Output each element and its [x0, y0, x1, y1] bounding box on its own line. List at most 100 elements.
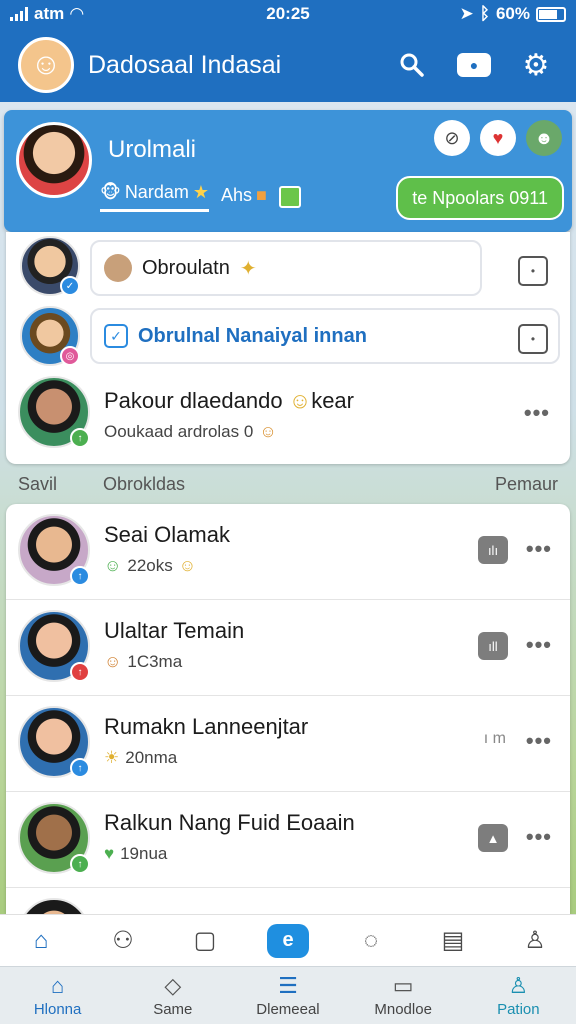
tab-nardam[interactable]: 🐵 Nardam ★	[100, 182, 209, 212]
star-icon: ★	[192, 182, 209, 202]
stack-icon: ☰	[278, 973, 298, 998]
battery-label: 60%	[495, 4, 530, 23]
list-item[interactable]: ↑ Seai Olamak ☺ 22oks ☺ ılı •••	[6, 504, 570, 600]
bottom-nav: ⌂ Hlonna ◇ Same ☰ Dlemeeal ▭ Mnodloe ♙ P…	[0, 966, 576, 1024]
avatar: ↑	[18, 706, 90, 778]
box-icon: ■	[256, 184, 267, 205]
list-item-subtitle: 22oks	[127, 556, 173, 575]
status-time: 20:25	[266, 4, 310, 23]
more-options-button[interactable]: •••	[526, 728, 552, 754]
more-options-button[interactable]: •••	[526, 632, 552, 658]
home-icon[interactable]: ⌂	[21, 921, 61, 961]
icon-toolbar: ⌂ ⚇ ▢ e ◌ ▤ ♙	[0, 914, 576, 966]
face-icon: ☺	[259, 422, 277, 441]
badge-icon: ↑	[70, 662, 90, 682]
more-options-button[interactable]: •••	[526, 536, 552, 562]
heart-icon: ♥	[104, 844, 115, 863]
comment-icon: •	[530, 332, 536, 346]
avatar[interactable]: ↑	[18, 376, 90, 448]
nav-dlemeeal[interactable]: ☰ Dlemeeal	[238, 973, 338, 1018]
avatar[interactable]: ✓	[20, 236, 80, 296]
sun-icon: ☀	[104, 748, 120, 767]
people-icon[interactable]: ⚇	[103, 921, 143, 961]
battery-icon	[536, 6, 566, 22]
link-button[interactable]: ⊘	[434, 120, 470, 156]
nav-pation[interactable]: ♙ Pation	[468, 973, 568, 1018]
panel-avatar[interactable]	[16, 122, 92, 198]
stats-label: ı m	[483, 730, 506, 747]
panel-tabs: 🐵 Nardam ★ Ahs ■	[100, 182, 301, 212]
list-item-subtitle: 1C3ma	[127, 652, 183, 671]
section-middle[interactable]: Obrokldas	[103, 474, 495, 495]
emoji-icon: ☺	[104, 652, 122, 671]
list-item-title: Seai Olamak	[104, 522, 230, 547]
avatar[interactable]: ◎	[20, 306, 80, 366]
profile-card-icon[interactable]: ▢	[185, 921, 225, 961]
avatar: ↑	[18, 802, 90, 874]
nav-mnodloe[interactable]: ▭ Mnodloe	[353, 973, 453, 1018]
badge-icon: ◎	[60, 346, 80, 366]
search-button[interactable]	[390, 43, 434, 87]
profile-avatar[interactable]: ☺	[18, 37, 74, 93]
nav-home[interactable]: ⌂ Hlonna	[8, 973, 108, 1018]
pin-button[interactable]: ♥	[480, 120, 516, 156]
stats-chip[interactable]: ıll	[478, 632, 508, 660]
bluetooth-icon: ᛒ	[479, 4, 490, 23]
list-item[interactable]: ↑ Rumakn Lanneenjtar ☀ 20nma ı m •••	[6, 696, 570, 792]
expand-button[interactable]: •	[518, 256, 548, 286]
mini-avatar	[104, 254, 132, 282]
status-bar: atm ◠ 20:25 ➤ ᛒ 60%	[0, 0, 576, 28]
expand-icon: •	[530, 264, 536, 278]
chat-icon: ●	[457, 53, 491, 77]
chat-icon[interactable]: ◌	[351, 921, 391, 961]
post-title: Pakour dlaedando	[104, 388, 283, 413]
sparkle-icon: ✦	[239, 257, 257, 280]
friend-avatar-button[interactable]: ☻	[526, 120, 562, 156]
list-item-title: Ulaltar Temain	[104, 618, 245, 643]
contact-list: ↑ Seai Olamak ☺ 22oks ☺ ılı ••• ↑ Ulaltar …	[6, 504, 570, 914]
comment-button[interactable]: •	[518, 324, 548, 354]
person-icon: ☻	[534, 127, 554, 148]
signal-icon	[10, 7, 28, 21]
app-title: Dadosaal Indasai	[88, 50, 282, 79]
app-bar: ☺ Dadosaal Indasai ● ⚙	[0, 28, 576, 102]
compose-card: ✓ Obroulatn ✦ • ◎ ✓ Obrulnal Nanaiyal in…	[6, 232, 570, 464]
badge-icon: ✓	[60, 276, 80, 296]
diamond-icon: ◇	[164, 973, 182, 998]
section-right[interactable]: Pemaur	[495, 474, 558, 495]
messages-button[interactable]: ●	[452, 43, 496, 87]
list-item[interactable]	[6, 888, 570, 914]
stats-chip[interactable]: ▲	[478, 824, 508, 852]
list-item-title: Rumakn Lanneenjtar	[104, 714, 309, 739]
emoji-icon: ☺	[104, 556, 122, 575]
list-item[interactable]: ↑ Ulaltar Temain ☺ 1C3ma ıll •••	[6, 600, 570, 696]
profile-panel: Urolmali ⊘ ♥ ☻ 🐵 Nardam ★ Ahs ■ te Npool…	[4, 110, 572, 232]
settings-button[interactable]: ⚙	[514, 43, 558, 87]
emoji-icon: ☺	[288, 388, 312, 413]
badge-icon: ↑	[70, 428, 90, 448]
section-left[interactable]: Savil	[18, 474, 57, 495]
list-item[interactable]: ↑ Ralkun Nang Fuid Eoaain ♥ 19nua ▲ •••	[6, 792, 570, 888]
gear-icon: ⚙	[522, 48, 550, 82]
person-icon[interactable]: ♙	[515, 921, 555, 961]
avatar: ↑	[18, 514, 90, 586]
list-item-subtitle: 19nua	[120, 844, 168, 863]
monkey-icon: 🐵	[100, 182, 121, 202]
calendar-icon[interactable]	[278, 186, 301, 208]
home-icon: ⌂	[50, 973, 65, 998]
search-icon	[400, 53, 424, 77]
calendar-icon[interactable]: ▤	[433, 921, 473, 961]
more-options-button[interactable]: •••	[524, 400, 550, 426]
nav-same[interactable]: ◇ Same	[123, 973, 223, 1018]
cta-button[interactable]: te Npoolars 0911	[396, 176, 564, 220]
more-options-button[interactable]: •••	[526, 824, 552, 850]
compose-input-secondary[interactable]: ✓ Obrulnal Nanaiyal innan	[90, 308, 560, 364]
compose-input[interactable]: Obroulatn ✦	[90, 240, 482, 296]
check-icon: ✓	[104, 324, 128, 348]
compose-icon[interactable]: e	[267, 923, 309, 958]
tab-ahs[interactable]: Ahs ■	[221, 185, 267, 210]
book-icon: ▭	[392, 973, 414, 998]
section-header: Savil Obrokldas Pemaur	[18, 474, 558, 495]
stats-chip[interactable]: ılı	[478, 536, 508, 564]
post-subtitle: Ooukaad ardrolas 0	[104, 422, 254, 441]
